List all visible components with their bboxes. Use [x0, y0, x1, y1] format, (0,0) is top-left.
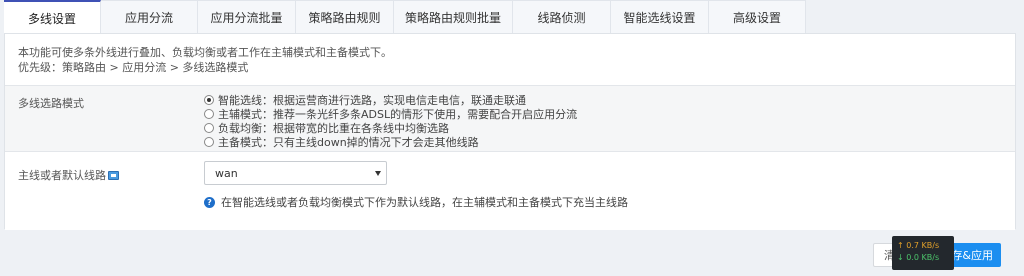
tab-multiline-settings[interactable]: 多线设置: [4, 0, 101, 34]
tab-policy-route-rules[interactable]: 策略路由规则: [296, 0, 394, 33]
radio-primary-aux[interactable]: [204, 109, 214, 119]
mode-option-smart[interactable]: 智能选线：根据运营商进行选路，实现电信走电信，联通走联通: [204, 93, 577, 107]
upload-speed: ↑ 0.7 KB/s: [897, 241, 940, 250]
settings-panel: 本功能可使多条外线进行叠加、负载均衡或者工作在主辅模式和主备模式下。 优先级：策…: [4, 33, 1016, 230]
radio-primary-backup[interactable]: [204, 137, 214, 147]
tab-app-routing[interactable]: 应用分流: [101, 0, 198, 33]
mode-option-text: 主备模式：只有主线down掉的情况下才会走其他线路: [218, 136, 479, 149]
question-icon: ?: [204, 196, 215, 208]
default-line-label-wrap: 主线或者默认线路: [18, 167, 119, 183]
mode-label: 多线选路模式: [18, 97, 84, 110]
tab-policy-route-rules-batch[interactable]: 策略路由规则批量: [394, 0, 513, 33]
default-line-select[interactable]: wan: [204, 161, 387, 185]
download-speed: ↓ 0.0 KB/s: [897, 253, 940, 262]
description: 本功能可使多条外线进行叠加、负载均衡或者工作在主辅模式和主备模式下。 优先级：策…: [5, 34, 1015, 81]
mode-row: 多线选路模式 智能选线：根据运营商进行选路，实现电信走电信，联通走联通 主辅模式…: [5, 85, 1015, 151]
tab-line-detection[interactable]: 线路侦测: [513, 0, 611, 33]
help-tooltip-icon[interactable]: [108, 170, 119, 180]
description-line-2: 优先级：策略路由 > 应用分流 > 多线选路模式: [18, 61, 249, 74]
default-line-value: wan: [215, 166, 238, 180]
description-line-1: 本功能可使多条外线进行叠加、负载均衡或者工作在主辅模式和主备模式下。: [18, 46, 392, 59]
mode-option-primary-aux[interactable]: 主辅模式：推荐一条光纤多条ADSL的情形下使用，需要配合开启应用分流: [204, 107, 577, 121]
tab-app-routing-batch[interactable]: 应用分流批量: [198, 0, 296, 33]
radio-smart[interactable]: [204, 95, 214, 105]
default-line-hint: ? 在智能选线或者负载均衡模式下作为默认线路，在主辅模式和主备模式下充当主线路: [204, 194, 628, 210]
default-line-label: 主线或者默认线路: [18, 169, 106, 182]
mode-option-load-balance[interactable]: 负载均衡：根据带宽的比重在各条线中均衡选路: [204, 121, 577, 135]
mode-option-primary-backup[interactable]: 主备模式：只有主线down掉的情况下才会走其他线路: [204, 135, 577, 149]
tab-smart-line-settings[interactable]: 智能选线设置: [611, 0, 709, 33]
default-line-row: 主线或者默认线路 wan ? 在智能选线或者负载均衡模式下作为默认线路，在主辅模…: [5, 151, 1015, 230]
mode-options: 智能选线：根据运营商进行选路，实现电信走电信，联通走联通 主辅模式：推荐一条光纤…: [204, 93, 577, 149]
radio-load-balance[interactable]: [204, 123, 214, 133]
tab-advanced-settings[interactable]: 高级设置: [709, 0, 806, 33]
default-line-hint-text: 在智能选线或者负载均衡模式下作为默认线路，在主辅模式和主备模式下充当主线路: [221, 196, 628, 209]
network-speed-widget: ↑ 0.7 KB/s ↓ 0.0 KB/s: [892, 236, 954, 270]
chevron-down-icon: [375, 170, 381, 176]
tab-bar: 多线设置 应用分流 应用分流批量 策略路由规则 策略路由规则批量 线路侦测 智能…: [4, 0, 806, 34]
